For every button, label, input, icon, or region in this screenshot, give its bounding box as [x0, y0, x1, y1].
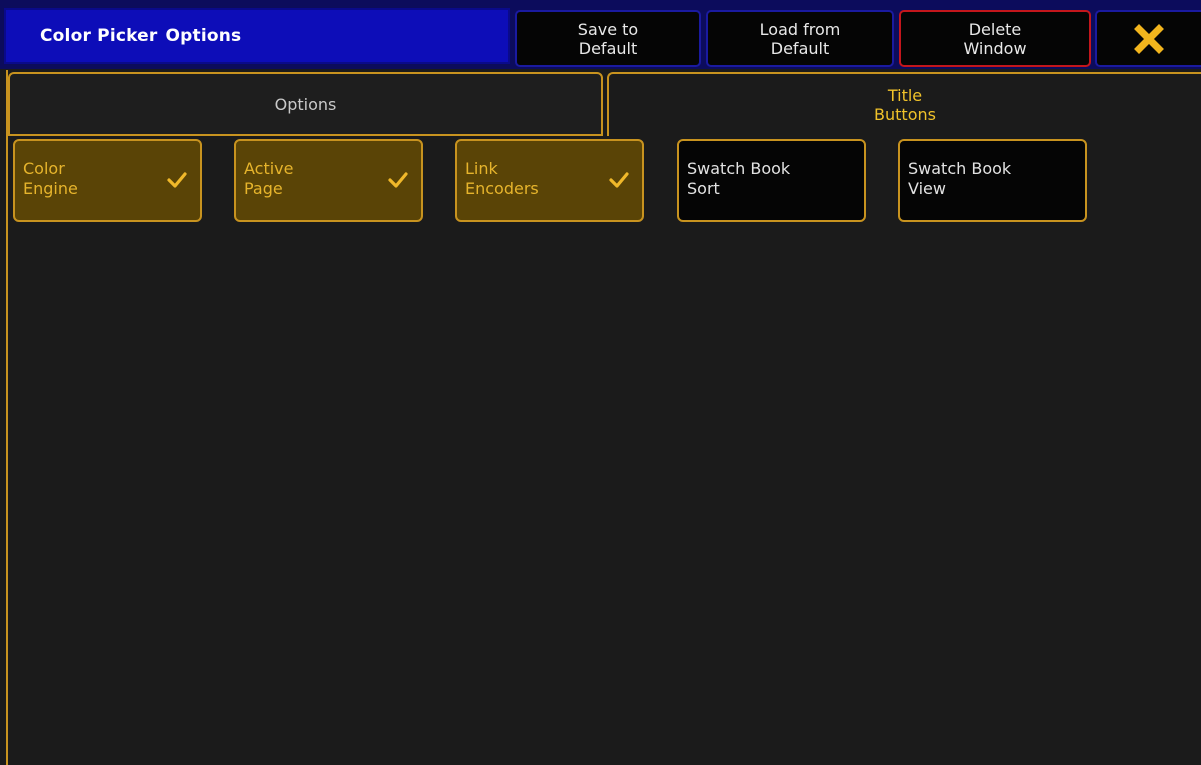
- load-button-line1: Load from: [759, 19, 841, 39]
- title-bar: Color Picker Options Save to Default Loa…: [0, 0, 1201, 69]
- save-to-default-button[interactable]: Save to Default: [515, 10, 701, 67]
- color-engine-toggle[interactable]: Color Engine: [13, 139, 202, 222]
- window-title: Color Picker Options: [4, 8, 510, 64]
- delete-button-line1: Delete: [968, 19, 1022, 39]
- color-picker-options-window: Color Picker Options Save to Default Loa…: [0, 0, 1201, 765]
- delete-button-line2: Window: [963, 38, 1027, 58]
- close-x-icon: [1134, 23, 1164, 54]
- swatch-book-sort-label: Swatch Book Sort: [687, 159, 791, 198]
- link-encoders-toggle[interactable]: Link Encoders: [455, 139, 644, 222]
- swatch-book-view-label: Swatch Book View: [908, 159, 1012, 198]
- tab-title-buttons[interactable]: Title Buttons: [607, 72, 1201, 136]
- checkmark-icon: [609, 172, 629, 188]
- swatch-book-view-toggle[interactable]: Swatch Book View: [898, 139, 1087, 222]
- load-button-line2: Default: [770, 38, 830, 58]
- window-title-part1: Color Picker: [40, 26, 158, 46]
- load-from-default-button[interactable]: Load from Default: [706, 10, 894, 67]
- save-button-line1: Save to: [577, 19, 639, 39]
- close-window-button[interactable]: [1095, 10, 1201, 67]
- tab-options[interactable]: Options: [8, 72, 603, 136]
- window-left-border: [6, 70, 8, 765]
- window-title-part2: Options: [165, 26, 242, 46]
- checkmark-icon: [388, 172, 408, 188]
- active-page-toggle[interactable]: Active Page: [234, 139, 423, 222]
- tab-title-buttons-line1: Title: [887, 86, 923, 105]
- tab-options-label: Options: [274, 94, 337, 114]
- delete-window-button[interactable]: Delete Window: [899, 10, 1091, 67]
- tab-title-buttons-line2: Buttons: [874, 105, 936, 124]
- checkmark-icon: [167, 172, 187, 188]
- save-button-line2: Default: [578, 38, 638, 58]
- swatch-book-sort-toggle[interactable]: Swatch Book Sort: [677, 139, 866, 222]
